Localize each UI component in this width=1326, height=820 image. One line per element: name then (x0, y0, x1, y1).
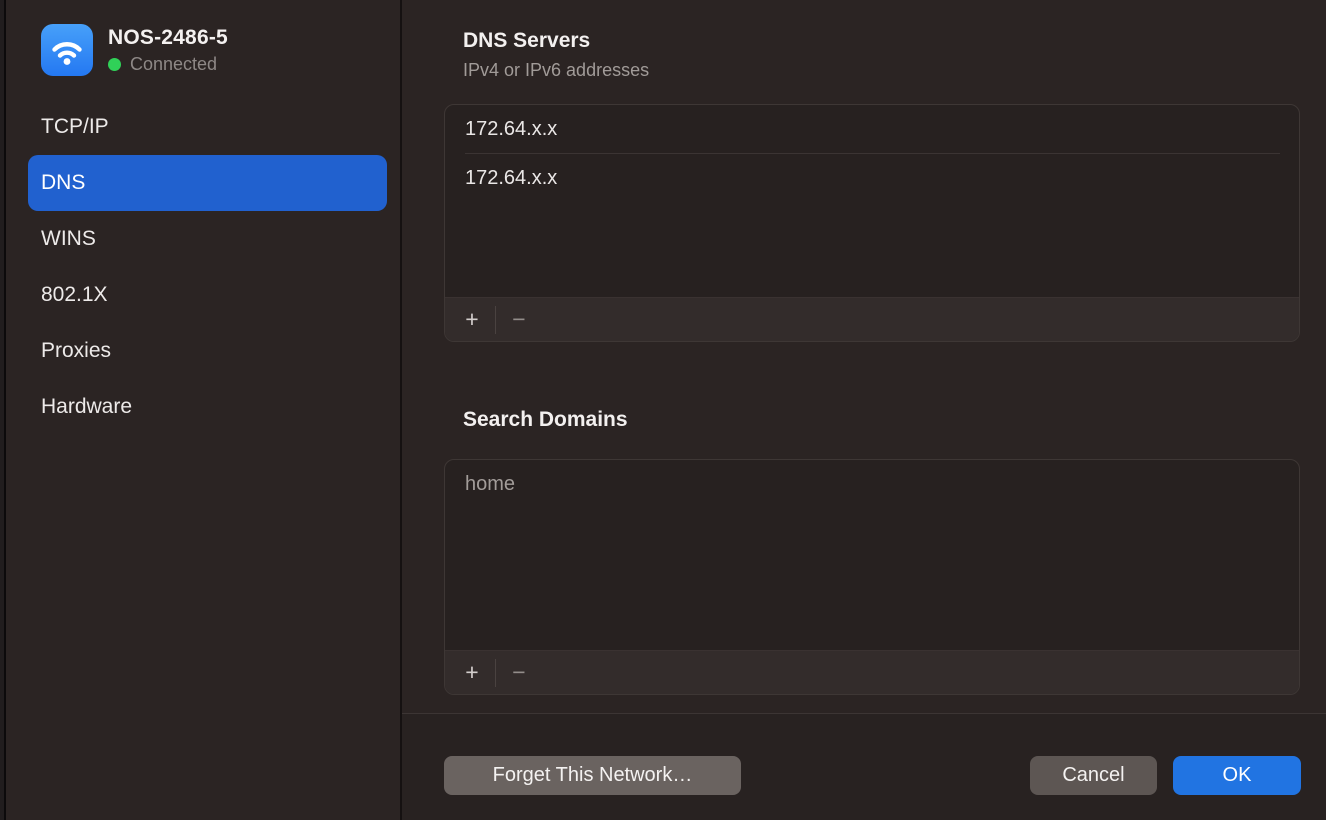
dns-servers-list-toolbar: + − (445, 297, 1299, 341)
remove-dns-server-button[interactable]: − (502, 306, 536, 334)
sidebar-item-proxies[interactable]: Proxies (28, 323, 387, 379)
network-details-sheet: NOS-2486-5 Connected TCP/IP DNS WINS 802… (0, 0, 1326, 820)
network-meta: NOS-2486-5 Connected (108, 26, 228, 75)
connected-status-icon (108, 58, 121, 71)
dns-servers-heading: DNS Servers (463, 29, 590, 53)
wifi-icon (41, 24, 93, 76)
sidebar-item-wins[interactable]: WINS (28, 211, 387, 267)
dns-pane: DNS Servers IPv4 or IPv6 addresses 172.6… (402, 0, 1326, 820)
sidebar-item-hardware[interactable]: Hardware (28, 379, 387, 435)
search-domains-list: home + − (444, 459, 1300, 695)
ok-button[interactable]: OK (1173, 756, 1301, 795)
sidebar: NOS-2486-5 Connected TCP/IP DNS WINS 802… (6, 0, 402, 820)
network-header: NOS-2486-5 Connected (41, 24, 228, 76)
dns-server-entry[interactable]: 172.64.x.x (445, 154, 1299, 202)
cancel-button[interactable]: Cancel (1030, 756, 1157, 795)
sidebar-item-8021x[interactable]: 802.1X (28, 267, 387, 323)
toolbar-separator (495, 306, 496, 334)
sidebar-item-tcpip[interactable]: TCP/IP (28, 99, 387, 155)
search-domain-entry[interactable]: home (445, 460, 1299, 508)
sidebar-nav: TCP/IP DNS WINS 802.1X Proxies Hardware (28, 99, 387, 435)
search-domains-list-toolbar: + − (445, 650, 1299, 694)
network-name: NOS-2486-5 (108, 26, 228, 50)
sidebar-item-dns[interactable]: DNS (28, 155, 387, 211)
dns-servers-subheading: IPv4 or IPv6 addresses (463, 60, 649, 81)
toolbar-separator (495, 659, 496, 687)
dns-servers-list: 172.64.x.x 172.64.x.x + − (444, 104, 1300, 342)
remove-search-domain-button[interactable]: − (502, 659, 536, 687)
dns-server-entry[interactable]: 172.64.x.x (445, 105, 1299, 153)
network-status: Connected (108, 54, 228, 75)
footer-divider (402, 713, 1326, 714)
connected-status-label: Connected (130, 54, 217, 75)
search-domains-heading: Search Domains (463, 408, 628, 432)
forget-network-button[interactable]: Forget This Network… (444, 756, 741, 795)
add-search-domain-button[interactable]: + (455, 659, 489, 687)
add-dns-server-button[interactable]: + (455, 306, 489, 334)
